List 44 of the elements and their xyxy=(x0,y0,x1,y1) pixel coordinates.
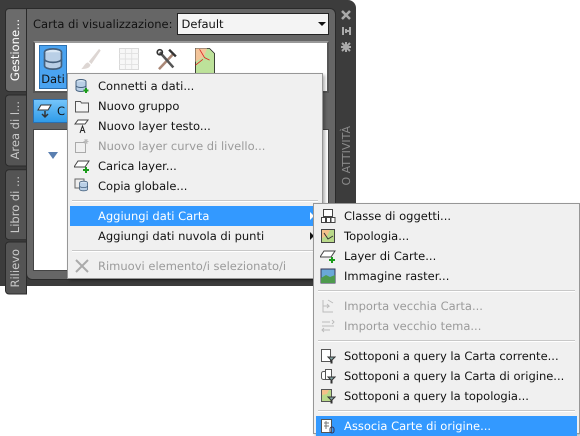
database-add-icon xyxy=(74,78,90,94)
menu-item[interactable]: Copia globale... xyxy=(70,176,320,196)
menu-item[interactable]: Layer di Carte... xyxy=(316,246,577,266)
close-icon[interactable] xyxy=(341,10,351,20)
layer-import-icon xyxy=(37,103,53,119)
menu-item[interactable]: Sottoponi a query la Carta corrente... xyxy=(316,346,577,366)
menu-item[interactable]: Sottoponi a query la Carta di origine... xyxy=(316,366,577,386)
tools-icon xyxy=(156,48,178,70)
menu-item[interactable]: Connetti a dati... xyxy=(70,76,320,96)
import-map-icon xyxy=(320,298,336,314)
query-source-icon xyxy=(320,368,336,384)
remove-icon xyxy=(74,258,90,274)
text-layer-icon xyxy=(74,118,90,134)
dropdown-arrow-icon xyxy=(318,22,326,26)
database-icon xyxy=(42,48,64,70)
menu-item[interactable]: Sottoponi a query la topologia... xyxy=(316,386,577,406)
folder-icon xyxy=(74,98,90,114)
menu-item[interactable]: Immagine raster... xyxy=(316,266,577,286)
brush-icon xyxy=(80,48,102,70)
toolbar-button[interactable]: Dati xyxy=(39,45,67,89)
query-map-icon xyxy=(320,348,336,364)
layer-add-icon xyxy=(74,158,90,174)
table-icon xyxy=(119,48,139,70)
side-tab[interactable]: Area di l... xyxy=(5,94,27,166)
object-class-icon xyxy=(320,208,336,224)
palette-title: O ATTIVITÀ xyxy=(340,126,352,186)
layer-add-icon xyxy=(320,248,336,264)
database-copy-icon xyxy=(74,178,90,194)
menu-item[interactable]: Topologia... xyxy=(316,226,577,246)
side-tab[interactable]: Gestione... xyxy=(5,8,27,92)
expand-icon[interactable] xyxy=(48,152,58,159)
side-tab[interactable]: Libro di ... xyxy=(5,168,27,240)
menu-item[interactable]: Carica layer... xyxy=(70,156,320,176)
field-label: Carta di visualizzazione: xyxy=(33,17,173,31)
map-icon xyxy=(195,48,215,74)
import-theme-icon xyxy=(320,318,336,334)
raster-image-icon xyxy=(320,268,336,284)
map-dropdown[interactable]: Default xyxy=(176,13,329,35)
query-topology-icon xyxy=(320,388,336,404)
settings-icon[interactable] xyxy=(341,42,351,52)
contour-layer-icon xyxy=(74,138,90,154)
attach-map-icon xyxy=(320,418,336,434)
topology-map-icon xyxy=(320,228,336,244)
side-tab[interactable]: Rilievo xyxy=(5,242,27,294)
